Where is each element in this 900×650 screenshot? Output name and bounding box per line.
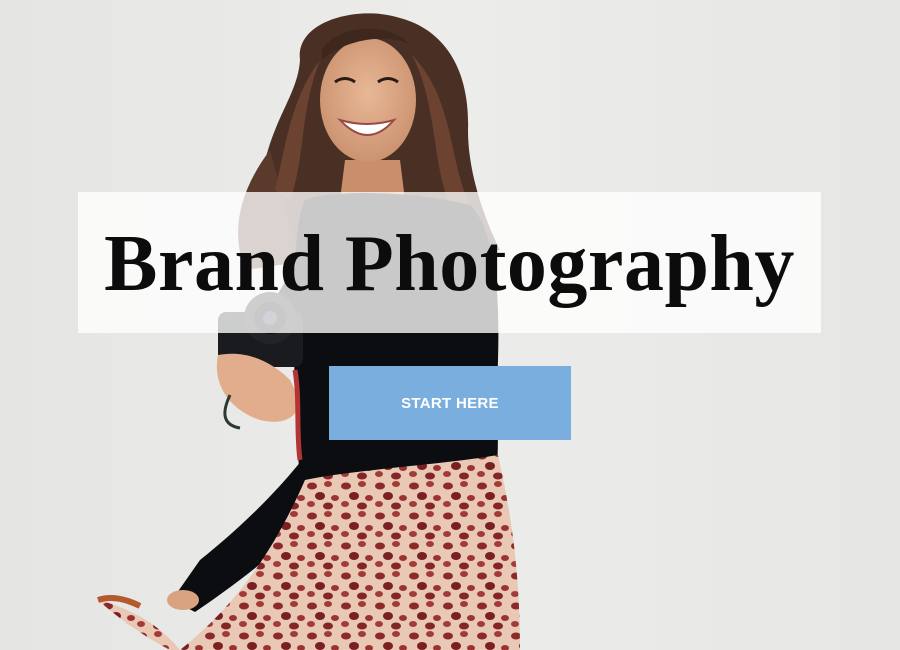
hero-section: Brand Photography START HERE — [0, 0, 900, 650]
page-title: Brand Photography — [104, 219, 795, 308]
start-here-button[interactable]: START HERE — [329, 366, 571, 440]
title-banner: Brand Photography — [78, 192, 821, 333]
